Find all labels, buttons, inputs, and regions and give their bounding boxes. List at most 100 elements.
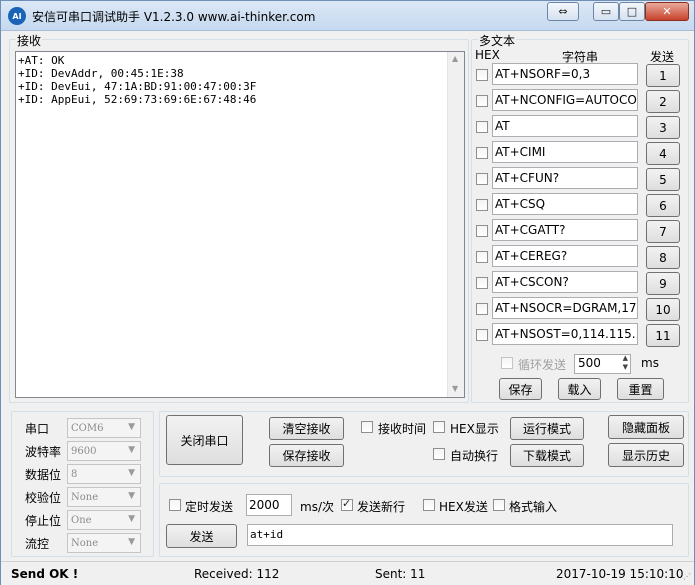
close-icon: ✕: [662, 5, 672, 18]
show-history-button[interactable]: 显示历史: [608, 443, 684, 467]
multi-string-input[interactable]: AT+CSQ: [492, 193, 638, 215]
status-message: Send OK !: [11, 567, 79, 581]
hex-display-checkbox[interactable]: [433, 421, 445, 433]
multi-hex-checkbox[interactable]: [476, 329, 488, 341]
close-window-button[interactable]: ✕: [645, 2, 689, 21]
status-datetime: 2017-10-19 15:10:10: [556, 567, 684, 581]
multi-string-input[interactable]: AT+CIMI: [492, 141, 638, 163]
received-count: Received: 112: [194, 567, 280, 581]
multi-hex-checkbox[interactable]: [476, 251, 488, 263]
flow-label: 流控: [25, 537, 50, 551]
multi-hex-checkbox[interactable]: [476, 173, 488, 185]
send-column-header: 发送: [650, 50, 675, 64]
multi-string-input[interactable]: AT+NSOST=0,114.115.14: [492, 323, 638, 345]
loop-send-checkbox[interactable]: [501, 357, 513, 369]
send-newline-checkbox[interactable]: [341, 497, 353, 511]
multi-string-input[interactable]: AT+CFUN?: [492, 167, 638, 189]
chevron-down-icon: ▼: [128, 422, 135, 432]
multi-string-input[interactable]: AT+CEREG?: [492, 245, 638, 267]
stopbits-select[interactable]: One ▼: [67, 510, 141, 530]
minimize-icon: ▭: [600, 5, 612, 18]
loop-send-label: 循环发送: [518, 358, 567, 372]
multi-send-button[interactable]: 4: [646, 142, 680, 165]
timed-send-checkbox[interactable]: [169, 499, 181, 511]
maximize-button[interactable]: □: [619, 2, 645, 21]
multi-string-input[interactable]: AT+NSOCR=DGRAM,17,4: [492, 297, 638, 319]
multi-hex-checkbox[interactable]: [476, 121, 488, 133]
flow-select[interactable]: None ▼: [67, 533, 141, 553]
port-value: COM6: [71, 423, 104, 434]
send-interval-input[interactable]: 2000: [246, 494, 292, 516]
title-bar[interactable]: AI 安信可串口调试助手 V1.2.3.0 www.ai-thinker.com…: [1, 1, 694, 31]
download-mode-button[interactable]: 下载模式: [510, 444, 584, 467]
parity-select[interactable]: None ▼: [67, 487, 141, 507]
main-window: AI 安信可串口调试助手 V1.2.3.0 www.ai-thinker.com…: [0, 0, 695, 585]
receive-time-label: 接收时间: [378, 422, 427, 436]
multi-text-group-label: 多文本: [478, 32, 517, 49]
close-port-button[interactable]: 关闭串口: [166, 415, 243, 465]
hex-send-checkbox[interactable]: [423, 499, 435, 511]
multi-string-input[interactable]: AT+CGATT?: [492, 219, 638, 241]
status-bar: Send OK ! Received: 112 Sent: 11 2017-10…: [1, 561, 694, 585]
multi-send-button[interactable]: 10: [646, 298, 680, 321]
port-select[interactable]: COM6 ▼: [67, 418, 141, 438]
clear-receive-button[interactable]: 清空接收: [269, 417, 344, 440]
scroll-down-icon[interactable]: ▼: [452, 384, 458, 393]
multi-send-button[interactable]: 3: [646, 116, 680, 139]
scroll-up-icon[interactable]: ▲: [452, 54, 458, 63]
spin-arrows-icon[interactable]: ▲ ▼: [623, 354, 628, 372]
databits-value: 8: [71, 469, 78, 480]
multi-hex-checkbox[interactable]: [476, 225, 488, 237]
multi-string-input[interactable]: AT+NCONFIG=AUTOCONI: [492, 89, 638, 111]
loop-interval-input[interactable]: 500 ▲ ▼: [574, 354, 631, 374]
chevron-down-icon: ▼: [128, 468, 135, 478]
multi-hex-checkbox[interactable]: [476, 147, 488, 159]
run-mode-button[interactable]: 运行模式: [510, 417, 584, 440]
send-button[interactable]: 发送: [166, 524, 237, 548]
format-input-label: 格式输入: [509, 500, 558, 514]
multi-send-button[interactable]: 11: [646, 324, 680, 347]
multi-send-button[interactable]: 8: [646, 246, 680, 269]
multi-send-button[interactable]: 9: [646, 272, 680, 295]
databits-select[interactable]: 8 ▼: [67, 464, 141, 484]
send-interval-unit: ms/次: [300, 500, 334, 514]
hex-display-label: HEX显示: [450, 422, 499, 436]
multi-string-input[interactable]: AT+NSORF=0,3: [492, 63, 638, 85]
multi-hex-checkbox[interactable]: [476, 95, 488, 107]
minimize-button[interactable]: ▭: [593, 2, 619, 21]
multi-hex-checkbox[interactable]: [476, 303, 488, 315]
hide-panel-button[interactable]: 隐藏面板: [608, 415, 684, 439]
auto-newline-label: 自动换行: [450, 449, 499, 463]
receive-scrollbar[interactable]: ▲ ▼: [447, 52, 464, 397]
chevron-down-icon: ▼: [128, 537, 135, 547]
multi-send-button[interactable]: 1: [646, 64, 680, 87]
send-text-input[interactable]: at+id: [247, 524, 673, 546]
multi-string-input[interactable]: AT+CSCON?: [492, 271, 638, 293]
save-receive-button[interactable]: 保存接收: [269, 444, 344, 467]
restore-toggle-button[interactable]: ⇔: [547, 2, 579, 21]
multi-string-input[interactable]: AT: [492, 115, 638, 137]
receive-textarea[interactable]: +AT: OK +ID: DevAddr, 00:45:1E:38 +ID: D…: [15, 51, 465, 398]
multi-send-button[interactable]: 7: [646, 220, 680, 243]
format-input-checkbox[interactable]: [493, 499, 505, 511]
load-multi-button[interactable]: 载入: [558, 378, 601, 400]
multi-send-button[interactable]: 6: [646, 194, 680, 217]
resize-grip-icon[interactable]: ⋰: [683, 572, 691, 581]
chevron-down-icon: ▼: [128, 514, 135, 524]
baud-value: 9600: [71, 446, 97, 457]
multi-hex-checkbox[interactable]: [476, 69, 488, 81]
reset-multi-button[interactable]: 重置: [617, 378, 664, 400]
multi-send-button[interactable]: 2: [646, 90, 680, 113]
baud-select[interactable]: 9600 ▼: [67, 441, 141, 461]
multi-hex-checkbox[interactable]: [476, 199, 488, 211]
auto-newline-checkbox[interactable]: [433, 448, 445, 460]
baud-label: 波特率: [25, 445, 62, 459]
multi-hex-checkbox[interactable]: [476, 277, 488, 289]
hex-column-header: HEX: [475, 48, 500, 62]
save-multi-button[interactable]: 保存: [499, 378, 542, 400]
receive-time-checkbox[interactable]: [361, 421, 373, 433]
app-logo-icon: AI: [8, 7, 26, 25]
multi-send-button[interactable]: 5: [646, 168, 680, 191]
parity-label: 校验位: [25, 491, 62, 505]
receive-group-label: 接收: [16, 32, 43, 49]
